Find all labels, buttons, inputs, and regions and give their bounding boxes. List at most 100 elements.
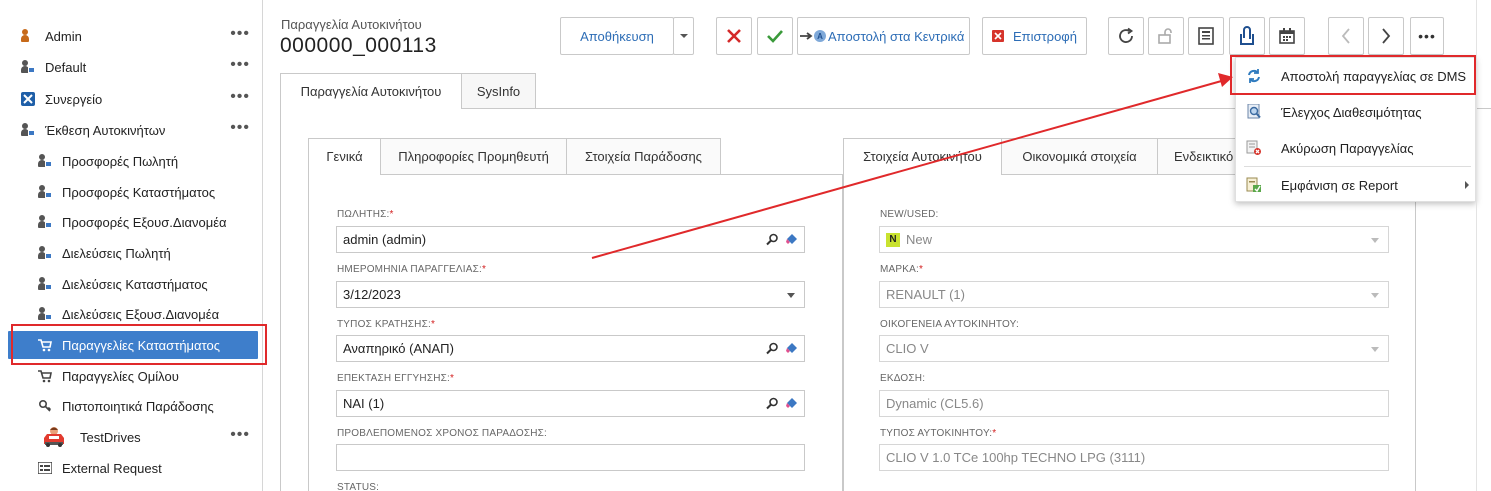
tab-car-details[interactable]: Στοιχεία Αυτοκινήτου <box>843 138 1002 175</box>
user-icon <box>37 306 53 322</box>
order-date-label: ΗΜΕΡΟΜΗΝΙΑ ΠΑΡΑΓΓΕΛΙΑΣ:* <box>337 264 487 275</box>
menu-item-show-in-report[interactable]: Εμφάνιση σε Report <box>1236 167 1475 203</box>
send-to-central-label: Αποστολή στα Κεντρικά <box>828 28 965 44</box>
close-icon <box>727 29 741 43</box>
status-label: STATUS: <box>337 482 380 491</box>
more-options-icon[interactable]: ••• <box>230 57 250 73</box>
more-options-icon[interactable]: ••• <box>230 427 250 443</box>
sidebar-item-garage[interactable]: Συνεργείο ••• <box>0 85 262 113</box>
send-badge-icon: A <box>814 30 826 42</box>
tools-icon <box>20 91 36 107</box>
right-edge-divider <box>1476 0 1477 491</box>
delivery-time-field[interactable] <box>336 444 805 471</box>
highlight-box-sidebar <box>11 324 267 365</box>
search-icon[interactable] <box>766 397 779 410</box>
sidebar-item-group-orders[interactable]: Παραγγελίες Ομίλου <box>0 362 262 390</box>
sidebar-item-seller-visits[interactable]: Διελεύσεις Πωλητή <box>0 239 262 267</box>
sidebar-item-external-request[interactable]: External Request <box>0 454 262 482</box>
sidebar-item-default[interactable]: Default ••• <box>0 53 262 81</box>
edition-label: ΕΚΔΟΣΗ: <box>880 373 926 384</box>
return-label: Επιστροφή <box>1013 28 1077 44</box>
sidebar-item-label: Έκθεση Αυτοκινήτων <box>45 122 166 138</box>
user-icon <box>37 276 53 292</box>
check-icon <box>767 30 783 43</box>
seller-label: ΠΩΛΗΤΗΣ:* <box>337 209 394 220</box>
calendar-button[interactable] <box>1269 17 1305 55</box>
chevron-down-icon[interactable] <box>1371 238 1379 243</box>
more-actions-button[interactable]: ••• <box>1410 17 1444 55</box>
car-icon <box>41 425 67 449</box>
search-icon[interactable] <box>766 233 779 246</box>
sidebar-item-distributor-offers[interactable]: Προσφορές Εξουσ.Διανομέα <box>0 208 262 236</box>
user-icon <box>20 59 36 75</box>
car-type-field[interactable]: CLIO V 1.0 TCe 100hp TECHNO LPG (3111) <box>879 444 1389 471</box>
sidebar-item-admin[interactable]: Admin ••• <box>0 22 262 50</box>
previous-button[interactable] <box>1328 17 1364 55</box>
confirm-button[interactable] <box>757 17 793 55</box>
brand-field[interactable]: RENAULT (1) <box>879 281 1389 308</box>
tab-financial[interactable]: Οικονομικά στοιχεία <box>1001 138 1158 175</box>
sidebar-item-label: Προσφορές Εξουσ.Διανομέα <box>62 214 227 230</box>
warranty-field[interactable]: ΝΑΙ (1) <box>336 390 805 417</box>
unlock-icon <box>1158 28 1172 44</box>
sidebar-item-testdrives[interactable]: TestDrives ••• <box>0 423 262 451</box>
sidebar-item-label: TestDrives <box>80 429 141 445</box>
send-arrow-icon: A <box>800 30 826 42</box>
sidebar-item-store-offers[interactable]: Προσφορές Καταστήματος <box>0 178 262 206</box>
save-button[interactable]: Αποθήκευση <box>560 17 674 55</box>
search-icon[interactable] <box>766 342 779 355</box>
attachment-icon <box>1240 26 1254 45</box>
seller-field[interactable]: admin (admin) <box>336 226 805 253</box>
sidebar-item-label: Προσφορές Καταστήματος <box>62 184 216 200</box>
warranty-label: ΕΠΕΚΤΑΣΗ ΕΓΓΥΗΣΗΣ:* <box>337 373 455 384</box>
sidebar-item-store-visits[interactable]: Διελεύσεις Καταστήματος <box>0 270 262 298</box>
new-used-field[interactable]: N New <box>879 226 1389 253</box>
menu-item-check-availability[interactable]: Έλεγχος Διαθεσιμότητας <box>1236 94 1475 130</box>
active-subtab-joiner-right <box>844 173 1001 175</box>
tab-supplier-info[interactable]: Πληροφορίες Προμηθευτή <box>380 138 567 175</box>
next-button[interactable] <box>1368 17 1404 55</box>
more-options-icon[interactable]: ••• <box>230 120 250 136</box>
sidebar-item-car-showroom[interactable]: Έκθεση Αυτοκινήτων ••• <box>0 116 262 144</box>
save-options-dropdown[interactable] <box>673 17 694 55</box>
sidebar-item-label: Διελεύσεις Εξουσ.Διανομέα <box>62 306 220 322</box>
attachment-button[interactable] <box>1229 17 1265 55</box>
sidebar-item-label: Διελεύσεις Καταστήματος <box>62 276 208 292</box>
menu-item-label: Έλεγχος Διαθεσιμότητας <box>1281 104 1422 120</box>
eraser-icon[interactable] <box>785 397 798 410</box>
tab-sysinfo[interactable]: SysInfo <box>461 73 536 109</box>
tab-car-order[interactable]: Παραγγελία Αυτοκινήτου <box>280 73 462 109</box>
menu-item-label: Ακύρωση Παραγγελίας <box>1281 140 1414 156</box>
chevron-down-icon[interactable] <box>787 293 795 298</box>
document-button[interactable] <box>1188 17 1224 55</box>
brand-label: ΜΑΡΚΑ:* <box>880 264 924 275</box>
return-button[interactable]: Επιστροφή <box>982 17 1087 55</box>
chevron-down-icon[interactable] <box>1371 347 1379 352</box>
chevron-right-icon <box>1465 181 1469 189</box>
order-date-field[interactable]: 3/12/2023 <box>336 281 805 308</box>
cancel-button[interactable] <box>716 17 752 55</box>
more-options-icon[interactable]: ••• <box>230 89 250 105</box>
eraser-icon[interactable] <box>785 342 798 355</box>
sidebar-item-delivery-certificates[interactable]: Πιστοποιητικά Παράδοσης <box>0 392 262 420</box>
edition-field[interactable]: Dynamic (CL5.6) <box>879 390 1389 417</box>
admin-user-icon <box>20 28 36 44</box>
user-icon <box>37 245 53 261</box>
tab-delivery-details[interactable]: Στοιχεία Παράδοσης <box>566 138 721 175</box>
chevron-down-icon[interactable] <box>1371 293 1379 298</box>
send-to-central-button[interactable]: A Αποστολή στα Κεντρικά <box>797 17 970 55</box>
booking-type-field[interactable]: Αναπηρικό (ΑΝΑΠ) <box>336 335 805 362</box>
sidebar-item-seller-offers[interactable]: Προσφορές Πωλητή <box>0 147 262 175</box>
page-title: 000000_000113 <box>280 34 437 57</box>
delivery-time-label: ΠΡΟΒΛΕΠΟΜΕΝΟΣ ΧΡΟΝΟΣ ΠΑΡΑΔΟΣΗΣ: <box>337 428 548 439</box>
tab-general[interactable]: Γενικά <box>308 138 381 175</box>
page-subtitle: Παραγγελία Αυτοκινήτου <box>281 17 422 32</box>
family-field[interactable]: CLIO V <box>879 335 1389 362</box>
refresh-button[interactable] <box>1108 17 1144 55</box>
eraser-icon[interactable] <box>785 233 798 246</box>
magnifier-document-icon <box>1247 104 1261 119</box>
unlock-button[interactable] <box>1148 17 1184 55</box>
menu-item-cancel-order[interactable]: Ακύρωση Παραγγελίας <box>1236 130 1475 166</box>
more-options-icon[interactable]: ••• <box>230 26 250 42</box>
menu-item-label: Εμφάνιση σε Report <box>1281 177 1398 193</box>
